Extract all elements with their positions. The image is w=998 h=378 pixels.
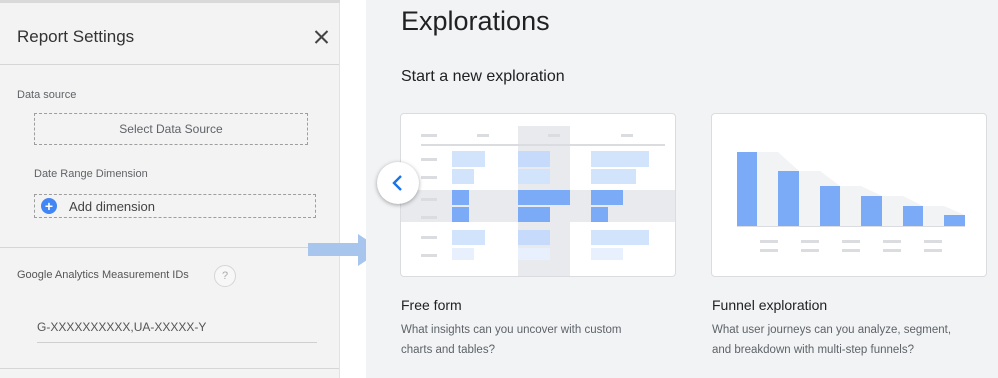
funnel-exploration-description: What user journeys can you analyze, segm… (712, 320, 998, 360)
free-form-description: What insights can you uncover with custo… (401, 320, 677, 360)
section-title: Start a new exploration (401, 68, 565, 85)
close-icon[interactable] (308, 23, 336, 51)
report-settings-title: Report Settings (17, 27, 135, 46)
funnel-description-line-2: and breakdown with multi-step funnels? (712, 344, 915, 356)
measurement-ids-input[interactable]: G-XXXXXXXXXX,UA-XXXXX-Y (37, 320, 317, 343)
funnel-exploration-card[interactable] (711, 113, 987, 277)
section-divider (0, 247, 339, 248)
free-form-illustration (401, 126, 675, 276)
panel-bottom-divider (0, 368, 339, 369)
free-form-description-line-1: What insights can you uncover with custo… (401, 324, 622, 336)
free-form-title: Free form (401, 297, 462, 313)
page-title: Explorations (401, 6, 550, 36)
free-form-description-line-2: charts and tables? (401, 344, 495, 356)
free-form-card[interactable] (400, 113, 676, 277)
funnel-illustration (737, 152, 965, 252)
carousel-prev-button[interactable] (377, 162, 419, 204)
funnel-exploration-title: Funnel exploration (712, 297, 828, 313)
report-settings-header: Report Settings (0, 3, 339, 65)
measurement-ids-label: Google Analytics Measurement IDs (17, 269, 189, 281)
funnel-description-line-1: What user journeys can you analyze, segm… (712, 324, 952, 336)
report-settings-panel: Report Settings Data source Select Data … (0, 0, 340, 378)
add-dimension-label: Add dimension (69, 198, 155, 214)
plus-circle-icon: + (41, 198, 57, 214)
chevron-left-icon (392, 175, 402, 191)
help-icon[interactable]: ? (214, 265, 236, 287)
explorations-panel: Explorations Start a new exploration Fre… (366, 0, 998, 378)
date-range-dimension-label: Date Range Dimension (34, 168, 148, 180)
add-dimension-button[interactable]: + Add dimension (34, 194, 316, 218)
data-source-label: Data source (17, 89, 77, 101)
select-data-source-label: Select Data Source (119, 122, 223, 136)
select-data-source-button[interactable]: Select Data Source (34, 113, 308, 145)
